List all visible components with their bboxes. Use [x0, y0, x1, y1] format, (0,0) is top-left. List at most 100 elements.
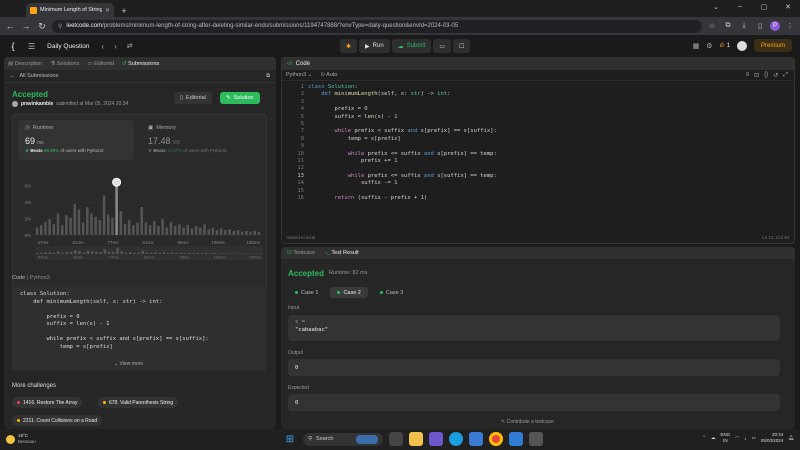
code-editor[interactable]: class Solution: def minimumLength(self, …	[308, 84, 497, 203]
vscode-icon[interactable]	[509, 432, 523, 446]
wifi-icon[interactable]: ◠	[735, 435, 739, 441]
maximize-icon[interactable]: ▢	[752, 0, 776, 13]
layout-icon[interactable]: ▦	[693, 42, 700, 50]
battery-icon[interactable]: ▭	[751, 435, 755, 441]
settings-icon[interactable]: ⚙	[706, 42, 712, 50]
chat-button[interactable]: ☐	[453, 39, 471, 53]
reset-icon[interactable]: ↺	[773, 72, 778, 79]
bookmark-icon[interactable]: ⊡	[754, 72, 759, 79]
onedrive-icon[interactable]: ☁	[711, 435, 716, 441]
minimap-bar	[61, 252, 64, 254]
profile-avatar[interactable]: P	[770, 21, 780, 31]
chart-bar	[153, 220, 156, 235]
close-icon[interactable]: ✕	[105, 7, 110, 14]
edge-icon[interactable]	[449, 432, 463, 446]
volume-icon[interactable]: ♪	[744, 436, 746, 441]
clock[interactable]: 20:34 05/03/2024	[761, 432, 784, 444]
tab-search-icon[interactable]: ⌄	[704, 0, 728, 13]
menu-icon[interactable]: ⋮	[784, 20, 796, 32]
runtime-distribution-chart[interactable]: 0% 2% 4% 6% 47ms 61ms 77ms 81ms 95ms 109ms 155ms	[13, 163, 268, 248]
leetcode-logo-icon[interactable]: {	[8, 41, 18, 51]
terminal-icon[interactable]	[529, 432, 543, 446]
language-select[interactable]: Python3 ⌄	[286, 72, 312, 78]
chart-bar	[98, 220, 102, 235]
premium-button[interactable]: Premium	[753, 39, 792, 52]
input-key: s =	[295, 319, 305, 325]
sidepanel-icon[interactable]: ▯	[754, 20, 766, 32]
debug-button[interactable]: ✱	[340, 39, 358, 53]
memory-card[interactable]: ▣ Memory 17.48 MB ♛ Beats 12.57% of users …	[141, 120, 257, 160]
forward-icon[interactable]: →	[20, 20, 32, 32]
chevron-up-icon[interactable]: ⌃	[702, 435, 706, 441]
bookmark-star-icon[interactable]: ☆	[706, 20, 718, 32]
taskbar-search[interactable]: ⚲ Search	[303, 432, 383, 446]
format-icon[interactable]: ≡	[746, 72, 750, 79]
tab-testcase[interactable]: ☑ Testcase	[287, 250, 315, 256]
solution-button[interactable]: ✎ Solution	[220, 92, 260, 104]
chart-bar	[203, 224, 206, 235]
browser-tab[interactable]: Minimum Length of String Aft ✕	[26, 3, 114, 17]
leetcode-favicon	[30, 6, 37, 14]
site-info-icon[interactable]: ⚲	[58, 23, 62, 30]
auto-mode[interactable]: ⊙ Auto	[320, 72, 337, 78]
all-submissions-link[interactable]: ← All Submissions ⧉	[4, 70, 276, 83]
run-button[interactable]: ▶ Run	[359, 39, 390, 53]
editor-title: Code	[295, 61, 311, 67]
challenge-chip[interactable]: 2211. Count Collisions on a Road	[12, 415, 103, 426]
case-tab[interactable]: Case 3	[373, 287, 410, 298]
challenge-chip[interactable]: 678. Valid Parenthesis String	[98, 397, 179, 408]
language-indicator[interactable]: ENG IN	[721, 432, 731, 444]
case-tab[interactable]: Case 2	[330, 287, 368, 298]
windows-start-icon[interactable]: ⊞	[283, 432, 297, 446]
chart-bar	[232, 230, 236, 235]
contribute-testcase-link[interactable]: ✎ Contribute a testcase	[501, 419, 554, 425]
selected-point	[112, 177, 122, 187]
store-icon[interactable]	[469, 432, 483, 446]
editor-toolbar: Python3 ⌄ ⊙ Auto	[282, 70, 794, 81]
new-tab-icon[interactable]: +	[118, 5, 130, 17]
minimize-icon[interactable]: –	[728, 0, 752, 13]
tab-description[interactable]: ▤ Description	[8, 61, 42, 67]
weather-widget[interactable]: 19°C Berawan	[6, 433, 36, 445]
share-icon[interactable]: ⧉	[266, 73, 270, 80]
meet-icon[interactable]	[429, 432, 443, 446]
runtime-card[interactable]: ◷ Runtime 69 ms ♛ Beats 88.88% of users wi…	[18, 120, 134, 160]
minimap-bar	[124, 252, 128, 254]
tab-solutions[interactable]: ⚗ Solutions	[50, 61, 79, 67]
view-more-button[interactable]: ⌄ View more	[114, 361, 143, 367]
back-icon[interactable]: ←	[4, 20, 16, 32]
shuffle-icon[interactable]: ⇄	[127, 42, 133, 50]
tab-test-result[interactable]: ›_ Test Result	[325, 250, 359, 256]
chart-bar	[56, 213, 60, 235]
user-avatar[interactable]	[736, 40, 747, 51]
reload-icon[interactable]: ↻	[36, 20, 48, 32]
case-tab[interactable]: Case 1	[288, 287, 325, 298]
streak-fire-icon[interactable]: 🔥︎	[720, 42, 725, 50]
submit-button[interactable]: ☁ Submit	[391, 39, 432, 53]
fullscreen-icon[interactable]: ⤢	[783, 72, 788, 79]
notification-icon[interactable]: 🔔︎	[788, 435, 794, 441]
next-problem-icon[interactable]: ›	[114, 42, 117, 51]
task-view-icon[interactable]	[389, 432, 403, 446]
problem-list-label[interactable]: Daily Question	[47, 43, 89, 50]
file-explorer-icon[interactable]	[409, 432, 423, 446]
submitter-name[interactable]: pravinkamble	[21, 101, 53, 107]
code-line: suffix = len(s) - 1	[20, 321, 110, 327]
address-bar[interactable]: ⚲ leetcode.com/problems/minimum-length-o…	[52, 19, 702, 33]
chart-bar	[240, 231, 244, 235]
downloads-icon[interactable]: ⤓	[738, 20, 750, 32]
runtime-range-minimap[interactable]: 47ms 61ms 77ms 81ms 95ms 109ms 155ms	[35, 246, 263, 260]
chrome-icon[interactable]	[489, 432, 503, 446]
prev-problem-icon[interactable]: ‹	[101, 42, 104, 51]
close-window-icon[interactable]: ✕	[776, 0, 800, 13]
tab-editorial[interactable]: ▭ Editorial	[87, 61, 114, 67]
tab-submissions[interactable]: ↺ Submissions	[122, 61, 159, 67]
editorial-button[interactable]: ▯ Editorial	[174, 92, 212, 104]
list-icon[interactable]: ☰	[28, 42, 35, 51]
minimap-bar	[69, 251, 73, 254]
notes-button[interactable]: ▭	[433, 39, 452, 53]
challenge-chip[interactable]: 1416. Restore The Array	[12, 397, 83, 408]
chart-bar	[190, 228, 194, 235]
extensions-icon[interactable]: ⧉	[722, 20, 734, 32]
braces-icon[interactable]: {}	[764, 72, 768, 79]
